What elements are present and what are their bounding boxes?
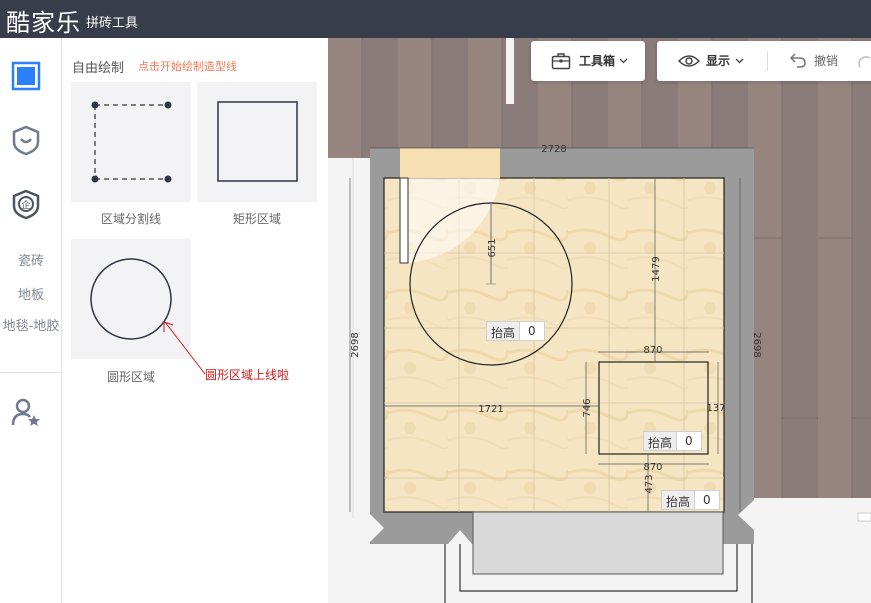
design-canvas[interactable]: 2728 2728 2698 2698 651 1479 870 870 746… [328,38,871,603]
rect-region-label: 矩形区域 [232,212,281,226]
dim-horizontal: 1721 [478,404,503,415]
divider-line-icon [91,101,172,183]
redo-icon[interactable] [858,51,871,69]
dim-rect-width-top: 870 [643,345,662,356]
top-post [506,38,514,104]
annotation-text: 圆形区域上线啦 [205,368,290,382]
sidebar-divider [0,372,62,373]
sidebar-item-floor[interactable]: 地板 [0,284,62,303]
right-marker [857,512,871,522]
dim-top: 2728 [541,144,566,155]
toolbox-button[interactable]: 工具箱 [579,52,615,69]
shield-smile-icon[interactable] [10,124,42,156]
dim-bottom-gap: 473 [644,474,655,493]
bay-window [472,511,724,575]
dim-rect-height: 746 [582,398,593,417]
floor-raise-height[interactable]: 抬高 0 [661,490,720,510]
toolbar-divider [767,51,768,71]
right-room-area [753,498,871,543]
app-subtitle: 拼砖工具 [86,16,139,31]
toolbox-icon [551,53,571,70]
icon-sidebar: 企 瓷砖 地板 地毯-地胶 [0,38,62,603]
floor-plan: 2728 2728 2698 2698 651 1479 870 870 746… [328,38,871,603]
svg-text:企: 企 [21,199,30,211]
dim-right-gap: 137 [706,403,725,414]
rect-region-tool[interactable] [197,82,317,202]
raise-value-input[interactable]: 0 [677,432,701,450]
enterprise-icon[interactable]: 企 [10,188,42,220]
sidebar-item-carpet[interactable]: 地毯-地胶 [0,318,62,335]
free-draw-icon[interactable] [10,60,42,92]
door-leaf[interactable] [399,177,409,264]
panel-hint: 点击开始绘制造型线 [138,60,237,73]
dim-rect-width-bottom: 870 [643,462,662,473]
toolbox-toolbar: 工具箱 [531,41,645,81]
door-opening [400,148,500,178]
rect-raise-height[interactable]: 抬高 0 [643,431,702,451]
region-divider-tool[interactable] [71,82,191,202]
dim-right: 2698 [751,332,762,357]
rect-region-icon [217,101,298,182]
undo-button[interactable]: 撤销 [814,52,838,69]
chevron-down-icon [619,58,628,64]
raise-value-input[interactable]: 0 [520,322,544,340]
display-button[interactable]: 显示 [706,52,730,69]
circle-raise-height[interactable]: 抬高 0 [486,321,545,341]
dim-1479: 1479 [651,256,662,281]
chevron-down-icon [735,58,744,64]
raise-label: 抬高 [487,322,521,340]
panel-title: 自由绘制 [72,61,125,76]
eye-icon [678,55,700,67]
view-toolbar: 显示 撤销 [657,41,871,81]
top-bar: 酷家乐 拼砖工具 [0,0,871,38]
tool-panel: 自由绘制 点击开始绘制造型线 区域分割线 矩形区域 圆形区域 圆形区域上线啦 [62,38,328,603]
region-divider-label: 区域分割线 [100,212,161,226]
user-star-icon[interactable] [10,396,42,428]
dim-left: 2698 [350,332,361,357]
app-logo: 酷家乐 [6,9,81,37]
sidebar-item-tile[interactable]: 瓷砖 [0,250,62,269]
dim-circle-vertical: 651 [487,238,498,257]
raise-label: 抬高 [662,491,696,509]
raise-value-input[interactable]: 0 [695,491,719,509]
undo-icon [789,53,806,68]
raise-label: 抬高 [644,432,678,450]
